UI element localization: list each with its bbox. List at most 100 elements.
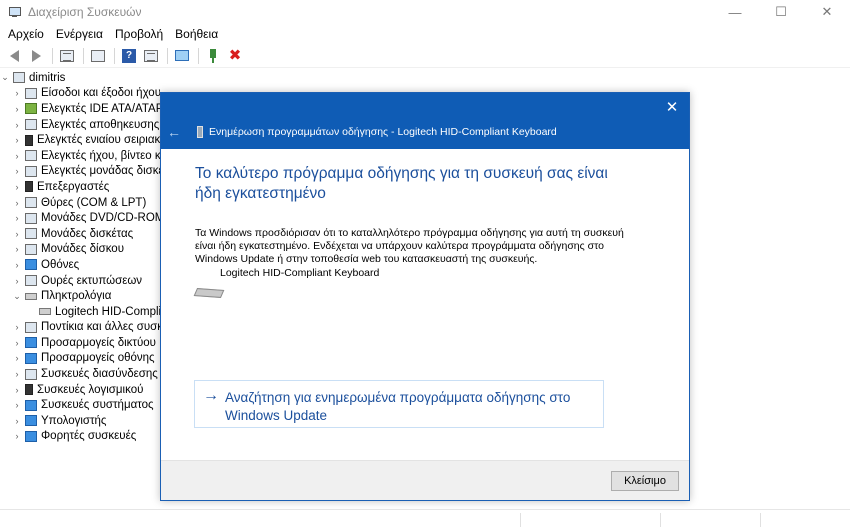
help-icon: ? <box>122 48 136 63</box>
chevron-right-icon[interactable]: › <box>12 416 22 426</box>
sound-icon <box>25 150 37 162</box>
tree-item-label: Πληκτρολόγια <box>41 290 112 303</box>
dialog-close-icon[interactable]: ✕ <box>665 98 679 116</box>
tree-category-item[interactable]: › Συσκευές λογισμικού <box>0 382 160 398</box>
view-icon <box>144 49 158 62</box>
device-tree[interactable]: ⌄ dimitris › Είσοδοι και έξοδοι ήχου › Ελεγ… <box>0 70 160 529</box>
tree-item-label: Μονάδες δισκέτας <box>41 227 134 240</box>
tree-category-item[interactable]: › Ελεγκτές ενιαίου σειριακού διαύλου <box>0 132 161 148</box>
tree-category-item[interactable]: › Ουρές εκτυπώσεων <box>0 273 160 289</box>
tree-category-item[interactable]: › Προσαρμογείς δικτύου <box>0 335 160 351</box>
floppy-controller-icon <box>25 165 37 177</box>
tree-item-label: Ελεγκτές μονάδας δισκέτας <box>41 165 160 178</box>
dialog-message: Τα Windows προσδιόρισαν ότι το καταλληλό… <box>195 227 624 265</box>
device-name: Logitech HID-Compliant Keyboard <box>220 267 380 279</box>
arrow-right-icon: → <box>203 387 219 404</box>
tree-item-label: Συσκευές διασύνδεσης ανθρώπου <box>41 368 160 381</box>
view-button[interactable] <box>141 46 161 66</box>
monitor-icon <box>175 50 189 61</box>
menu-help[interactable]: Βοήθεια <box>169 27 224 41</box>
portable-device-icon <box>25 430 37 442</box>
keyboard-icon <box>193 288 225 298</box>
chevron-right-icon[interactable]: › <box>12 88 22 98</box>
chevron-right-icon[interactable]: › <box>12 104 22 114</box>
tree-category-item[interactable]: › Θύρες (COM & LPT) <box>0 195 160 211</box>
cpu-icon <box>25 181 33 193</box>
tree-category-item[interactable]: › Ελεγκτές αποθηκευσης <box>0 117 160 133</box>
maximize-button[interactable]: ☐ <box>758 0 804 24</box>
properties-icon <box>91 49 105 62</box>
chevron-down-icon[interactable]: ⌄ <box>12 291 22 302</box>
tree-category-item[interactable]: › Ποντίκια και άλλες συσκευές κατάδειξης <box>0 320 161 336</box>
chevron-right-icon[interactable]: › <box>12 338 22 348</box>
dvd-icon <box>25 212 37 224</box>
close-window-button[interactable]: ✕ <box>804 0 850 24</box>
chevron-right-icon[interactable]: › <box>12 166 22 176</box>
tree-device-item[interactable]: Logitech HID-Compliant Keyboard <box>0 304 160 320</box>
chevron-right-icon[interactable]: › <box>12 120 22 130</box>
chevron-right-icon[interactable]: › <box>12 276 22 286</box>
help-button[interactable]: ? <box>119 46 139 66</box>
tree-item-label: Μονάδες DVD/CD-ROM <box>41 212 160 225</box>
close-button[interactable]: Κλείσιμο <box>611 471 679 491</box>
back-button[interactable] <box>4 46 24 66</box>
tree-category-item[interactable]: › Είσοδοι και έξοδοι ήχου <box>0 86 161 102</box>
uninstall-device-button[interactable]: ✖ <box>225 46 245 66</box>
menu-view[interactable]: Προβολή <box>109 27 169 41</box>
toolbar-divider <box>198 47 199 64</box>
chevron-right-icon[interactable]: › <box>12 213 22 223</box>
tree-item-label: Υπολογιστής <box>41 414 107 427</box>
chevron-down-icon[interactable]: ⌄ <box>0 72 10 83</box>
forward-button[interactable] <box>26 46 46 66</box>
tree-category-item[interactable]: › Μονάδες δίσκου <box>0 242 160 258</box>
tree-category-item[interactable]: › Συσκευές διασύνδεσης ανθρώπου <box>0 366 161 382</box>
tree-item-label: Θύρες (COM & LPT) <box>41 196 147 209</box>
title-bar: Διαχείριση Συσκευών — ☐ ✕ <box>0 0 850 24</box>
show-hide-console-tree-button[interactable] <box>57 46 77 66</box>
tree-category-item[interactable]: › Συσκευές συστήματος <box>0 397 160 413</box>
tree-category-item[interactable]: › Υπολογιστής <box>0 413 160 429</box>
tree-category-item[interactable]: › Ελεγκτές IDE ATA/ATAPI <box>0 101 161 117</box>
chevron-right-icon[interactable]: › <box>12 431 22 441</box>
tree-category-item[interactable]: › Ελεγκτές ήχου, βίντεο και παιχνιδιών <box>0 148 161 164</box>
minimize-button[interactable]: — <box>712 0 758 24</box>
dialog-back-icon[interactable]: ← <box>167 124 181 140</box>
tree-category-item[interactable]: › Μονάδες δισκέτας <box>0 226 160 242</box>
tree-item-label: Logitech HID-Compliant Keyboard <box>55 305 160 318</box>
chevron-right-icon[interactable]: › <box>12 353 22 363</box>
chevron-right-icon[interactable]: › <box>12 151 22 161</box>
tree-root-label: dimitris <box>29 71 66 84</box>
menu-action[interactable]: Ενέργεια <box>50 27 109 41</box>
tree-category-item[interactable]: › Μονάδες DVD/CD-ROM <box>0 210 161 226</box>
chevron-right-icon[interactable]: › <box>12 322 22 332</box>
hid-icon <box>25 368 37 380</box>
update-driver-button[interactable] <box>203 46 223 66</box>
window-title: Διαχείριση Συσκευών <box>28 5 142 19</box>
search-windows-update-link[interactable]: → Αναζήτηση για ενημερωμένα προγράμματα … <box>194 380 604 428</box>
tree-category-item[interactable]: › Επεξεργαστές <box>0 179 160 195</box>
tree-category-item[interactable]: › Ελεγκτές μονάδας δισκέτας <box>0 164 161 180</box>
display-adapter-icon <box>25 352 37 364</box>
chevron-right-icon[interactable]: › <box>12 135 22 145</box>
tree-category-item[interactable]: › Οθόνες <box>0 257 160 273</box>
chevron-right-icon[interactable]: › <box>12 385 22 395</box>
scan-hardware-button[interactable] <box>172 46 192 66</box>
chevron-right-icon[interactable]: › <box>12 369 22 379</box>
chevron-right-icon[interactable]: › <box>12 198 22 208</box>
chevron-right-icon[interactable]: › <box>12 400 22 410</box>
properties-button[interactable] <box>88 46 108 66</box>
tree-category-item[interactable]: ⌄ Πληκτρολόγια <box>0 288 160 304</box>
tree-category-item[interactable]: › Προσαρμογείς οθόνης <box>0 351 160 367</box>
status-bar <box>0 509 850 529</box>
menu-file[interactable]: Αρχείο <box>2 27 50 41</box>
tree-item-label: Ουρές εκτυπώσεων <box>41 274 143 287</box>
update-driver-dialog: ✕ ← Ενημέρωση προγραμμάτων οδήγησης - Lo… <box>160 92 690 501</box>
search-windows-update-text: Αναζήτηση για ενημερωμένα προγράμματα οδ… <box>225 390 571 423</box>
tree-root[interactable]: ⌄ dimitris <box>0 70 160 86</box>
chevron-right-icon[interactable]: › <box>12 244 22 254</box>
chevron-right-icon[interactable]: › <box>12 229 22 239</box>
tree-category-item[interactable]: › Φορητές συσκευές <box>0 429 160 445</box>
chevron-right-icon[interactable]: › <box>12 182 22 192</box>
chevron-right-icon[interactable]: › <box>12 260 22 270</box>
tree-item-label: Συσκευές συστήματος <box>41 399 154 412</box>
